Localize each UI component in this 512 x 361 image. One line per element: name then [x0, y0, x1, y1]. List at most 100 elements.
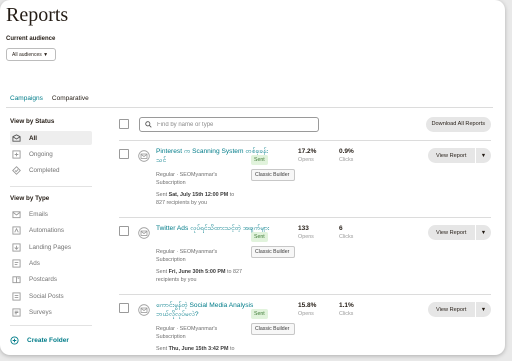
sidebar-divider [10, 325, 92, 327]
clicks-value: 0.9% [339, 148, 354, 155]
sent-prefix: Sent [156, 269, 168, 275]
sidebar-item-label: Postcards [29, 276, 57, 284]
tabs-divider [6, 107, 493, 108]
all-campaigns-icon [12, 133, 21, 143]
email-campaign-icon [138, 149, 150, 162]
search-box [139, 117, 319, 132]
view-report-label: View Report [436, 306, 467, 313]
audience-select[interactable]: All audiences ▼ [6, 48, 56, 61]
ads-icon [12, 259, 21, 268]
status-badge: Sent [251, 155, 268, 165]
sidebar-item-ads[interactable]: Ads [10, 256, 92, 270]
sidebar-item-postcards[interactable]: Postcards [10, 273, 92, 287]
clicks-stat: 1.1% Clicks [339, 302, 354, 317]
audience-select-value: All audiences [12, 52, 42, 58]
postcard-icon [12, 275, 21, 284]
campaign-sent-info: Sent Sat, July 15th 12:00 PM to [156, 191, 271, 199]
search-input[interactable] [157, 121, 307, 128]
email-campaign-icon [138, 303, 150, 316]
campaign-row: Pinterest က Scanning System တစ်ခုခန်းသင်… [119, 140, 491, 217]
campaign-recipients: recipients by you [156, 277, 197, 283]
sidebar-item-landing-pages[interactable]: Landing Pages [10, 240, 92, 254]
opens-stat: 17.2% Opens [298, 148, 316, 163]
row-checkbox[interactable] [119, 226, 129, 236]
page-title: Reports [6, 4, 69, 26]
opens-value: 133 [298, 225, 309, 232]
email-icon [12, 210, 21, 219]
status-badge: Sent [251, 232, 268, 242]
campaign-sent-info: Sent Fri, June 30th 5:00 PM to 827 [156, 268, 271, 276]
sidebar-item-completed[interactable]: Completed [10, 164, 92, 178]
plus-circle-icon [10, 336, 19, 345]
row-checkbox[interactable] [119, 303, 129, 313]
status-badge: Sent [251, 309, 268, 319]
row-checkbox[interactable] [119, 149, 129, 159]
campaign-badges: Sent Classic Builder [251, 302, 295, 335]
clicks-value: 1.1% [339, 302, 354, 309]
clicks-stat: 6 Clicks [339, 225, 353, 240]
automation-icon [12, 226, 21, 235]
view-report-button[interactable]: View Report ▼ [428, 225, 491, 240]
sent-date: Thu, June 15th 3:42 PM [168, 346, 229, 352]
clicks-label: Clicks [339, 234, 354, 240]
sidebar-item-label: All [29, 134, 38, 142]
opens-value: 17.2% [298, 148, 317, 155]
opens-label: Opens [298, 311, 314, 317]
sent-suffix: to [229, 192, 235, 198]
create-folder-button[interactable]: Create Folder [10, 336, 92, 345]
builder-badge: Classic Builder [251, 169, 295, 181]
create-folder-label: Create Folder [27, 337, 69, 345]
view-report-label: View Report [436, 229, 467, 236]
campaign-row: Twitter Ads လုပ်ရင်သိထားသင့်တဲ့ အချက်မျာ… [119, 217, 491, 294]
sidebar-item-surveys[interactable]: Surveys [10, 305, 92, 319]
ongoing-icon [12, 150, 21, 159]
sidebar-item-label: Completed [29, 167, 60, 175]
clicks-label: Clicks [339, 157, 354, 163]
sent-date: Sat, July 15th 12:00 PM [168, 192, 229, 198]
chevron-down-icon[interactable]: ▼ [476, 307, 491, 313]
campaign-recipients: 827 recipients by you [156, 200, 207, 206]
view-report-button[interactable]: View Report ▼ [428, 148, 491, 163]
opens-label: Opens [298, 157, 314, 163]
sidebar-item-automations[interactable]: Automations [10, 224, 92, 238]
clicks-label: Clicks [339, 311, 354, 317]
view-report-button[interactable]: View Report ▼ [428, 302, 491, 317]
view-report-label: View Report [436, 152, 467, 159]
download-all-reports-button[interactable]: Download All Reports [425, 117, 491, 132]
campaign-list: Pinterest က Scanning System တစ်ခုခန်းသင်… [119, 140, 491, 355]
sidebar-item-label: Social Posts [29, 292, 64, 300]
social-post-icon [12, 292, 21, 301]
sidebar-item-emails[interactable]: Emails [10, 208, 92, 222]
clicks-value: 6 [339, 225, 343, 232]
opens-value: 15.8% [298, 302, 317, 309]
audience-label: Current audience [6, 36, 56, 42]
sent-date: Fri, June 30th 5:00 PM [168, 269, 226, 275]
completed-icon [12, 166, 21, 176]
chevron-down-icon[interactable]: ▼ [476, 153, 491, 159]
clicks-stat: 0.9% Clicks [339, 148, 354, 163]
sidebar-item-all[interactable]: All [10, 131, 92, 145]
view-by-status-heading: View by Status [10, 118, 55, 125]
builder-badge: Classic Builder [251, 246, 295, 258]
sidebar-item-social-posts[interactable]: Social Posts [10, 289, 92, 303]
chevron-down-icon[interactable]: ▼ [476, 230, 491, 236]
sidebar-item-label: Landing Pages [29, 243, 72, 251]
select-all-checkbox[interactable] [119, 119, 129, 129]
builder-badge: Classic Builder [251, 323, 295, 335]
sidebar-item-ongoing[interactable]: Ongoing [10, 147, 92, 161]
survey-icon [12, 308, 21, 317]
campaign-badges: Sent Classic Builder [251, 148, 295, 181]
sidebar-item-label: Surveys [29, 308, 52, 316]
sent-suffix: to [230, 346, 235, 352]
chevron-down-icon: ▼ [43, 52, 49, 58]
sidebar-item-label: Ongoing [29, 150, 53, 158]
sent-prefix: Sent [156, 192, 168, 198]
campaign-badges: Sent Classic Builder [251, 225, 295, 258]
sent-prefix: Sent [156, 346, 168, 352]
opens-label: Opens [298, 234, 314, 240]
reports-page: Reports Current audience All audiences ▼… [0, 0, 505, 355]
landing-page-icon [12, 243, 21, 252]
sidebar-item-label: Automations [29, 227, 65, 235]
view-by-type-heading: View by Type [10, 194, 50, 202]
opens-stat: 15.8% Opens [298, 302, 316, 317]
